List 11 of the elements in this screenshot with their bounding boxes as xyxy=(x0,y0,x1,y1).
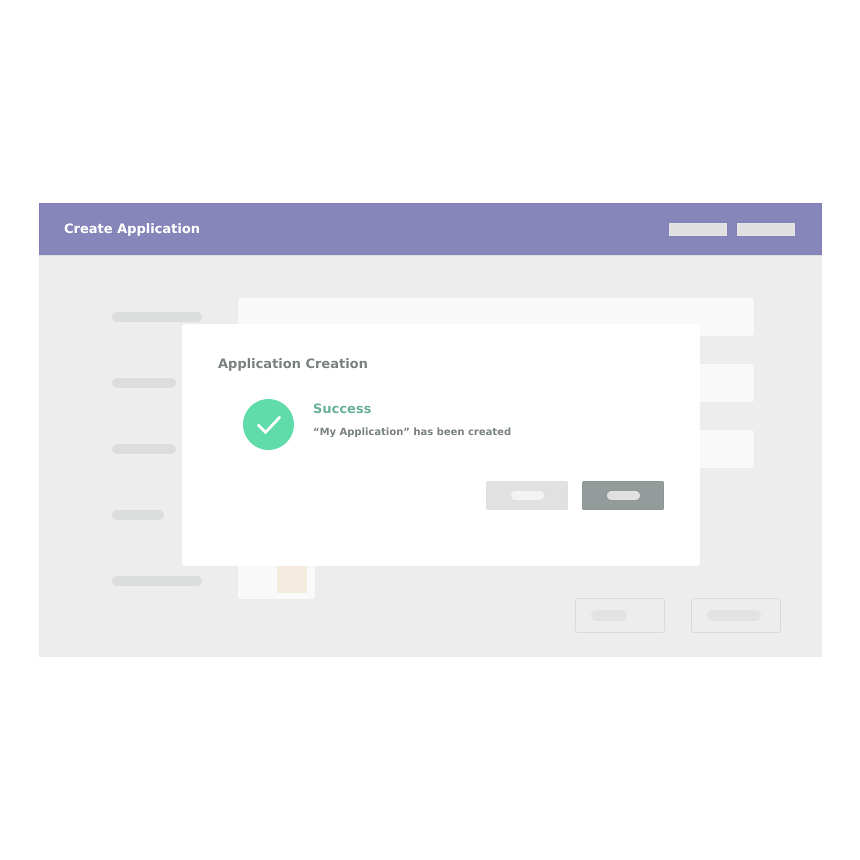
header-button[interactable] xyxy=(669,222,727,236)
header-button[interactable] xyxy=(737,222,795,236)
cancel-button[interactable] xyxy=(486,481,568,510)
status-heading: Success xyxy=(313,402,372,417)
confirm-button[interactable] xyxy=(582,481,664,510)
dialog-title: Application Creation xyxy=(218,357,369,372)
thumbnail-placeholder xyxy=(277,565,307,593)
status-message: “My Application” has been created xyxy=(313,427,512,438)
image-field[interactable] xyxy=(238,563,315,599)
check-circle-icon xyxy=(243,399,294,450)
window-title: Create Application xyxy=(64,222,200,236)
